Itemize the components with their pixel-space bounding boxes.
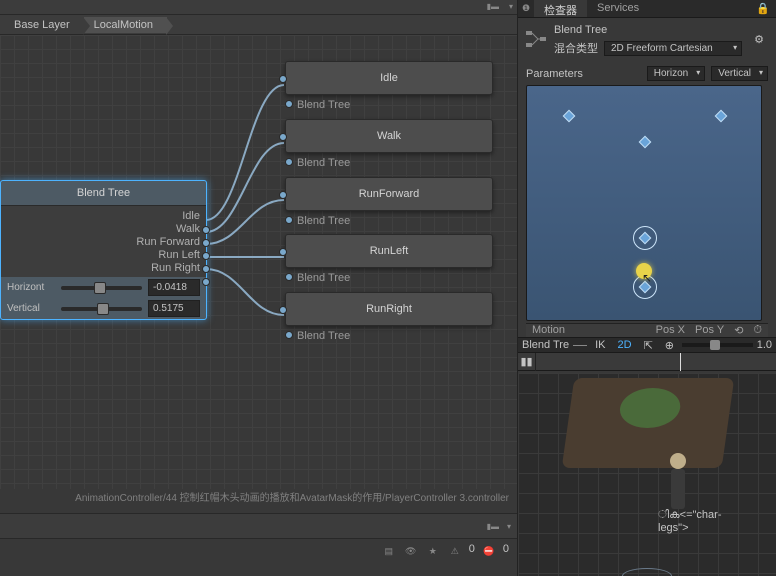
mirror-icon: ⟲ <box>734 324 743 337</box>
dropdown-icon[interactable]: ▾ <box>507 522 511 531</box>
settings-icon[interactable]: ⊕ <box>661 339 678 352</box>
error-icon[interactable]: ⛔ <box>481 543 497 559</box>
node-runforward[interactable]: RunForward Blend Tree <box>285 177 493 227</box>
output-walk: Walk <box>176 223 200 235</box>
pause-button[interactable]: ▮▮ <box>518 353 536 371</box>
pivot-icon[interactable]: ⇱ <box>640 339 657 352</box>
blend-point[interactable] <box>563 110 576 123</box>
motion-list-header: Motion Pos X Pos Y ⟲ ⏱ <box>526 323 768 337</box>
tab-services[interactable]: Services <box>587 0 649 17</box>
visibility-icon[interactable]: 👁 <box>403 543 419 559</box>
port-out-runforward[interactable] <box>202 252 210 260</box>
star-icon[interactable]: ★ <box>425 543 441 559</box>
port-in[interactable] <box>279 75 287 83</box>
ik-toggle[interactable]: IK <box>591 339 609 351</box>
param-y-dropdown[interactable]: Vertical <box>711 66 768 81</box>
status-tray: ▤ 👁 ★ ⚠0 ⛔0 <box>0 538 517 576</box>
param-x-dropdown[interactable]: Horizon <box>647 66 705 81</box>
port-sub[interactable] <box>285 216 293 224</box>
breadcrumb-current[interactable]: LocalMotion <box>84 17 167 33</box>
node-walk[interactable]: Walk Blend Tree <box>285 119 493 169</box>
dropdown-icon[interactable]: ▾ <box>509 2 513 11</box>
port-in[interactable] <box>279 248 287 256</box>
preview-title: Blend Tre <box>522 339 569 351</box>
output-runright: Run Right <box>151 262 200 274</box>
playback-bar[interactable]: ▮▮ <box>518 353 776 371</box>
port-in[interactable] <box>279 133 287 141</box>
node-runright[interactable]: RunRight Blend Tree <box>285 292 493 342</box>
output-runleft: Run Left <box>158 249 200 261</box>
terrain-mesh <box>562 378 735 468</box>
port-out-idle[interactable] <box>202 226 210 234</box>
breadcrumb: Base Layer LocalMotion <box>0 15 517 35</box>
node-idle[interactable]: Idle Blend Tree <box>285 61 493 111</box>
parameters-row: Parameters Horizon Vertical <box>518 60 776 83</box>
param-slider-y[interactable]: Vertical 0.5175 <box>1 298 206 319</box>
port-sub[interactable] <box>285 158 293 166</box>
port-out-runleft[interactable] <box>202 265 210 273</box>
preview-toolbar: Blend Tre IK 2D ⇱ ⊕ 1.0 <box>518 337 776 353</box>
port-in[interactable] <box>279 306 287 314</box>
speed-icon: ⏱ <box>753 324 762 337</box>
output-idle: Idle <box>182 210 200 222</box>
speed-value: 1.0 <box>757 339 772 351</box>
playhead[interactable] <box>680 353 681 371</box>
node-runleft[interactable]: RunLeft Blend Tree <box>285 234 493 284</box>
character-preview: ിക<="char-legs"> <box>658 453 698 563</box>
blend-cursor[interactable] <box>636 263 652 279</box>
breadcrumb-base[interactable]: Base Layer <box>4 17 84 33</box>
output-runforward: Run Forward <box>136 236 200 248</box>
auto-live-icon[interactable]: ▮▬ <box>487 2 499 11</box>
speed-slider[interactable] <box>682 343 753 347</box>
blend-point[interactable] <box>639 136 652 149</box>
divider <box>573 345 587 346</box>
warning-icon[interactable]: ⚠ <box>447 543 463 559</box>
info-icon: ❶ <box>518 0 534 16</box>
blend-type-label: 混合类型 <box>554 40 598 56</box>
port-in[interactable] <box>279 191 287 199</box>
port-out-walk[interactable] <box>202 239 210 247</box>
node-graph[interactable]: Blend Tree Idle Walk Run Forward Run Lef… <box>0 35 517 489</box>
animator-graph-panel: ▮▬ ▾ Base Layer LocalMotion Blend Tree I… <box>0 0 517 576</box>
blend-point[interactable] <box>715 110 728 123</box>
inspector-panel: ❶ 检查器 Services 🔒 Blend Tree 混合类型 2D Free… <box>517 0 776 576</box>
bottom-toolbar: ▮▬ ▾ <box>0 513 517 538</box>
toolbar-icon[interactable]: ▮▬ <box>487 522 499 531</box>
asset-path: AnimationController/44 控制红帽木头动画的播放和Avata… <box>0 490 517 508</box>
port-sub[interactable] <box>285 273 293 281</box>
blend-space-2d[interactable]: ↖ <box>526 85 762 321</box>
param-slider-x[interactable]: Horizont -0.0418 <box>1 277 206 298</box>
gear-icon[interactable]: ⚙ <box>748 31 770 48</box>
preview-viewport[interactable]: ിക<="char-legs"> <box>518 373 776 576</box>
port-sub[interactable] <box>285 331 293 339</box>
port-sub[interactable] <box>285 100 293 108</box>
lock-icon[interactable]: 🔒 <box>750 0 776 17</box>
toolbar-top: ▮▬ ▾ <box>0 0 517 15</box>
node-blend-tree-root[interactable]: Blend Tree Idle Walk Run Forward Run Lef… <box>0 180 207 320</box>
tab-inspector[interactable]: 检查器 <box>534 0 587 17</box>
port-out-runright[interactable] <box>202 278 210 286</box>
layers-icon[interactable]: ▤ <box>381 543 397 559</box>
inspector-header: Blend Tree 混合类型 2D Freeform Cartesian ⚙ <box>518 18 776 60</box>
2d-toggle[interactable]: 2D <box>614 339 636 351</box>
blendtree-icon <box>524 27 548 51</box>
blend-type-dropdown[interactable]: 2D Freeform Cartesian <box>604 41 742 56</box>
node-title: Blend Tree <box>1 181 206 205</box>
inspector-name[interactable]: Blend Tree <box>554 22 742 38</box>
inspector-tabs: ❶ 检查器 Services 🔒 <box>518 0 776 18</box>
